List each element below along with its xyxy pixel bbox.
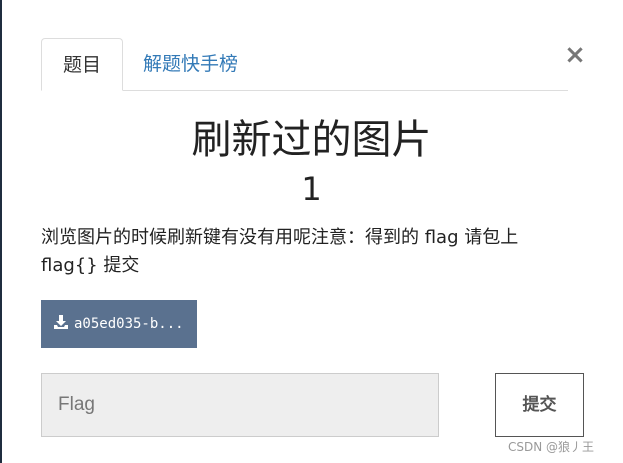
submit-button[interactable]: 提交: [495, 373, 584, 437]
tab-challenge[interactable]: 题目: [41, 38, 123, 91]
tab-bar: 题目 解题快手榜: [41, 38, 568, 91]
download-file-button[interactable]: a05ed035-b...: [41, 300, 197, 348]
flag-input[interactable]: [41, 373, 439, 437]
tab-solves[interactable]: 解题快手榜: [143, 38, 238, 90]
close-button[interactable]: ×: [563, 40, 587, 70]
watermark: CSDN @狼丿王: [508, 440, 595, 454]
challenge-title: 刷新过的图片: [191, 117, 432, 163]
background-edge: [0, 0, 2, 463]
challenge-description: 浏览图片的时候刷新键有没有用呢注意：得到的 flag 请包上 flag{} 提交: [41, 227, 519, 276]
challenge-points: 1: [301, 170, 322, 208]
close-icon: ×: [564, 40, 586, 70]
download-icon: [54, 315, 68, 329]
challenge-modal: 题目 解题快手榜 × 刷新过的图片 1 浏览图片的时候刷新键有没有用呢注意：得到…: [0, 0, 623, 463]
download-filename: a05ed035-b...: [74, 316, 184, 332]
